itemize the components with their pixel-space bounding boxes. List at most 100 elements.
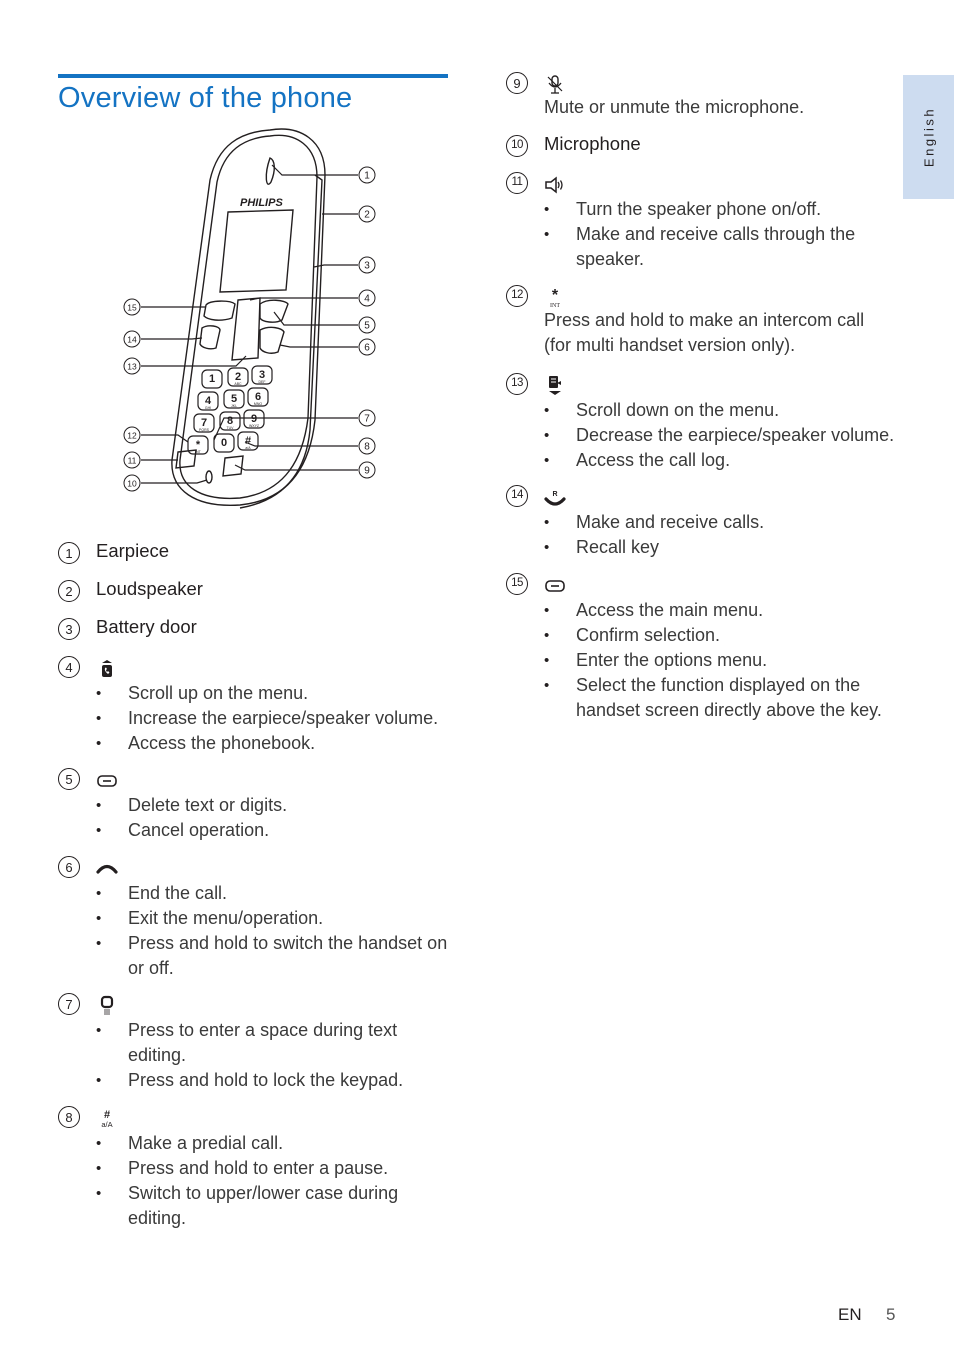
item-label: Battery door [96, 616, 197, 637]
item-bullets: Make and receive calls.Recall key [544, 510, 904, 560]
callout-number: 3 [364, 261, 370, 272]
softkey-left [203, 300, 236, 321]
scroll-up-phonebook-icon [96, 658, 118, 680]
soft-key-icon [96, 770, 118, 792]
item-bullets: Delete text or digits.Cancel operation. [96, 793, 456, 843]
callout-number: 1 [364, 171, 370, 182]
bullet-item: Increase the earpiece/speaker volume. [96, 706, 456, 731]
bullet-item: Access the main menu. [544, 598, 904, 623]
item-bullets: Turn the speaker phone on/off.Make and r… [544, 197, 904, 272]
zero-space-key-icon [96, 995, 118, 1017]
callout-number: 2 [364, 210, 370, 221]
keypad-letters: TUV [227, 426, 235, 430]
end-call-icon [96, 858, 118, 880]
bullet-item: Confirm selection. [544, 623, 904, 648]
bullet-item: Decrease the earpiece/speaker volume. [544, 423, 904, 448]
mute-mic-icon [544, 74, 566, 96]
callout-number: 9 [364, 466, 370, 477]
svg-text:*: * [552, 287, 559, 304]
item-number: 3 [58, 618, 80, 640]
callout-line [141, 434, 189, 443]
language-tab: English [903, 75, 954, 199]
item-number: 4 [58, 656, 80, 678]
item-label: Earpiece [96, 540, 170, 561]
keypad-letters: WXYZ [249, 424, 260, 428]
page-number: 5 [886, 1305, 896, 1324]
speaker-icon [544, 174, 566, 196]
item-number: 9 [506, 72, 528, 94]
keypad-letters: a/A [245, 446, 251, 450]
item-number: 2 [58, 580, 80, 602]
softkey-right [259, 299, 289, 323]
title-rule [58, 74, 448, 78]
keypad-digit: 0 [221, 437, 227, 449]
bullet-item: Make and receive calls through the speak… [544, 222, 904, 272]
item-number: 10 [506, 135, 528, 157]
item-number: 7 [58, 993, 80, 1015]
item-bullets: End the call.Exit the menu/operation.Pre… [96, 881, 456, 981]
scroll-down-calllog-icon [544, 375, 566, 397]
item-description: Mute or unmute the microphone. [544, 97, 805, 117]
bullet-item: Recall key [544, 535, 904, 560]
talk-recall-icon: R [544, 487, 566, 509]
callout-number: 10 [127, 479, 137, 489]
microphone-hole [205, 470, 213, 484]
item-number: 14 [506, 485, 528, 507]
bullet-item: Press and hold to switch the handset on … [96, 931, 456, 981]
mute-key [222, 455, 244, 477]
bullet-item: Switch to upper/lower case during editin… [96, 1181, 456, 1231]
item-bullets: Press to enter a space during text editi… [96, 1018, 456, 1093]
bullet-item: Press and hold to lock the keypad. [96, 1068, 456, 1093]
item-bullets: Access the main menu.Confirm selection.E… [544, 598, 904, 723]
item-number: 5 [58, 768, 80, 790]
item-number: 11 [506, 172, 528, 194]
bullet-item: Exit the menu/operation. [96, 906, 456, 931]
callout-line [141, 337, 203, 340]
callout-line [244, 441, 358, 447]
bullet-item: Make a predial call. [96, 1131, 456, 1156]
callout-number: 12 [127, 431, 137, 441]
callout-number: 5 [364, 321, 370, 332]
talk-key [199, 325, 221, 350]
speaker-key [175, 449, 197, 469]
item-number: 15 [506, 573, 528, 595]
item-number: 6 [58, 856, 80, 878]
item-description: Press and hold to make an intercom call … [544, 310, 865, 355]
callout-number: 11 [128, 456, 137, 466]
language-tab-label: English [921, 106, 936, 168]
callout-number: 4 [364, 294, 370, 305]
bullet-item: Delete text or digits. [96, 793, 456, 818]
item-label: Loudspeaker [96, 578, 203, 599]
keypad-letters: ABC [234, 382, 242, 386]
end-key [259, 326, 285, 354]
callout-line [279, 344, 358, 348]
keypad: 1 2ABC3DEF4GHI5JKL6MNO7PQRS8TUV9WXYZ*INT0… [187, 365, 273, 455]
bullet-item: Cancel operation. [96, 818, 456, 843]
item-number: 8 [58, 1106, 80, 1128]
keypad-letters: PQRS [199, 428, 210, 432]
bullet-item: End the call. [96, 881, 456, 906]
bullet-item: Press and hold to enter a pause. [96, 1156, 456, 1181]
svg-text:a/A: a/A [101, 1120, 112, 1129]
bullet-item: Scroll up on the menu. [96, 681, 456, 706]
callout-line [141, 479, 208, 484]
callout-line [271, 164, 358, 176]
callout-number: 13 [127, 362, 137, 372]
callout-number: 14 [127, 335, 137, 345]
nav-key [231, 297, 261, 361]
bullet-item: Make and receive calls. [544, 510, 904, 535]
item-bullets: Make a predial call.Press and hold to en… [96, 1131, 456, 1231]
callout-line [213, 417, 358, 441]
keypad-letters: DEF [259, 380, 266, 384]
screen [219, 209, 294, 293]
bullet-item: Scroll down on the menu. [544, 398, 904, 423]
bullet-item: Turn the speaker phone on/off. [544, 197, 904, 222]
item-label: Microphone [544, 133, 641, 154]
item-bullets: Scroll up on the menu.Increase the earpi… [96, 681, 456, 756]
svg-text:R: R [552, 491, 557, 498]
bullet-item: Access the phonebook. [96, 731, 456, 756]
callout-line [234, 464, 358, 471]
keypad-letters: GHI [205, 406, 211, 410]
phone-diagram: PHILIPS 1 2ABC3DEF4GHI5JKL6MNO7PQRS8TUV9W… [123, 128, 376, 509]
bullet-item: Press to enter a space during text editi… [96, 1018, 456, 1068]
